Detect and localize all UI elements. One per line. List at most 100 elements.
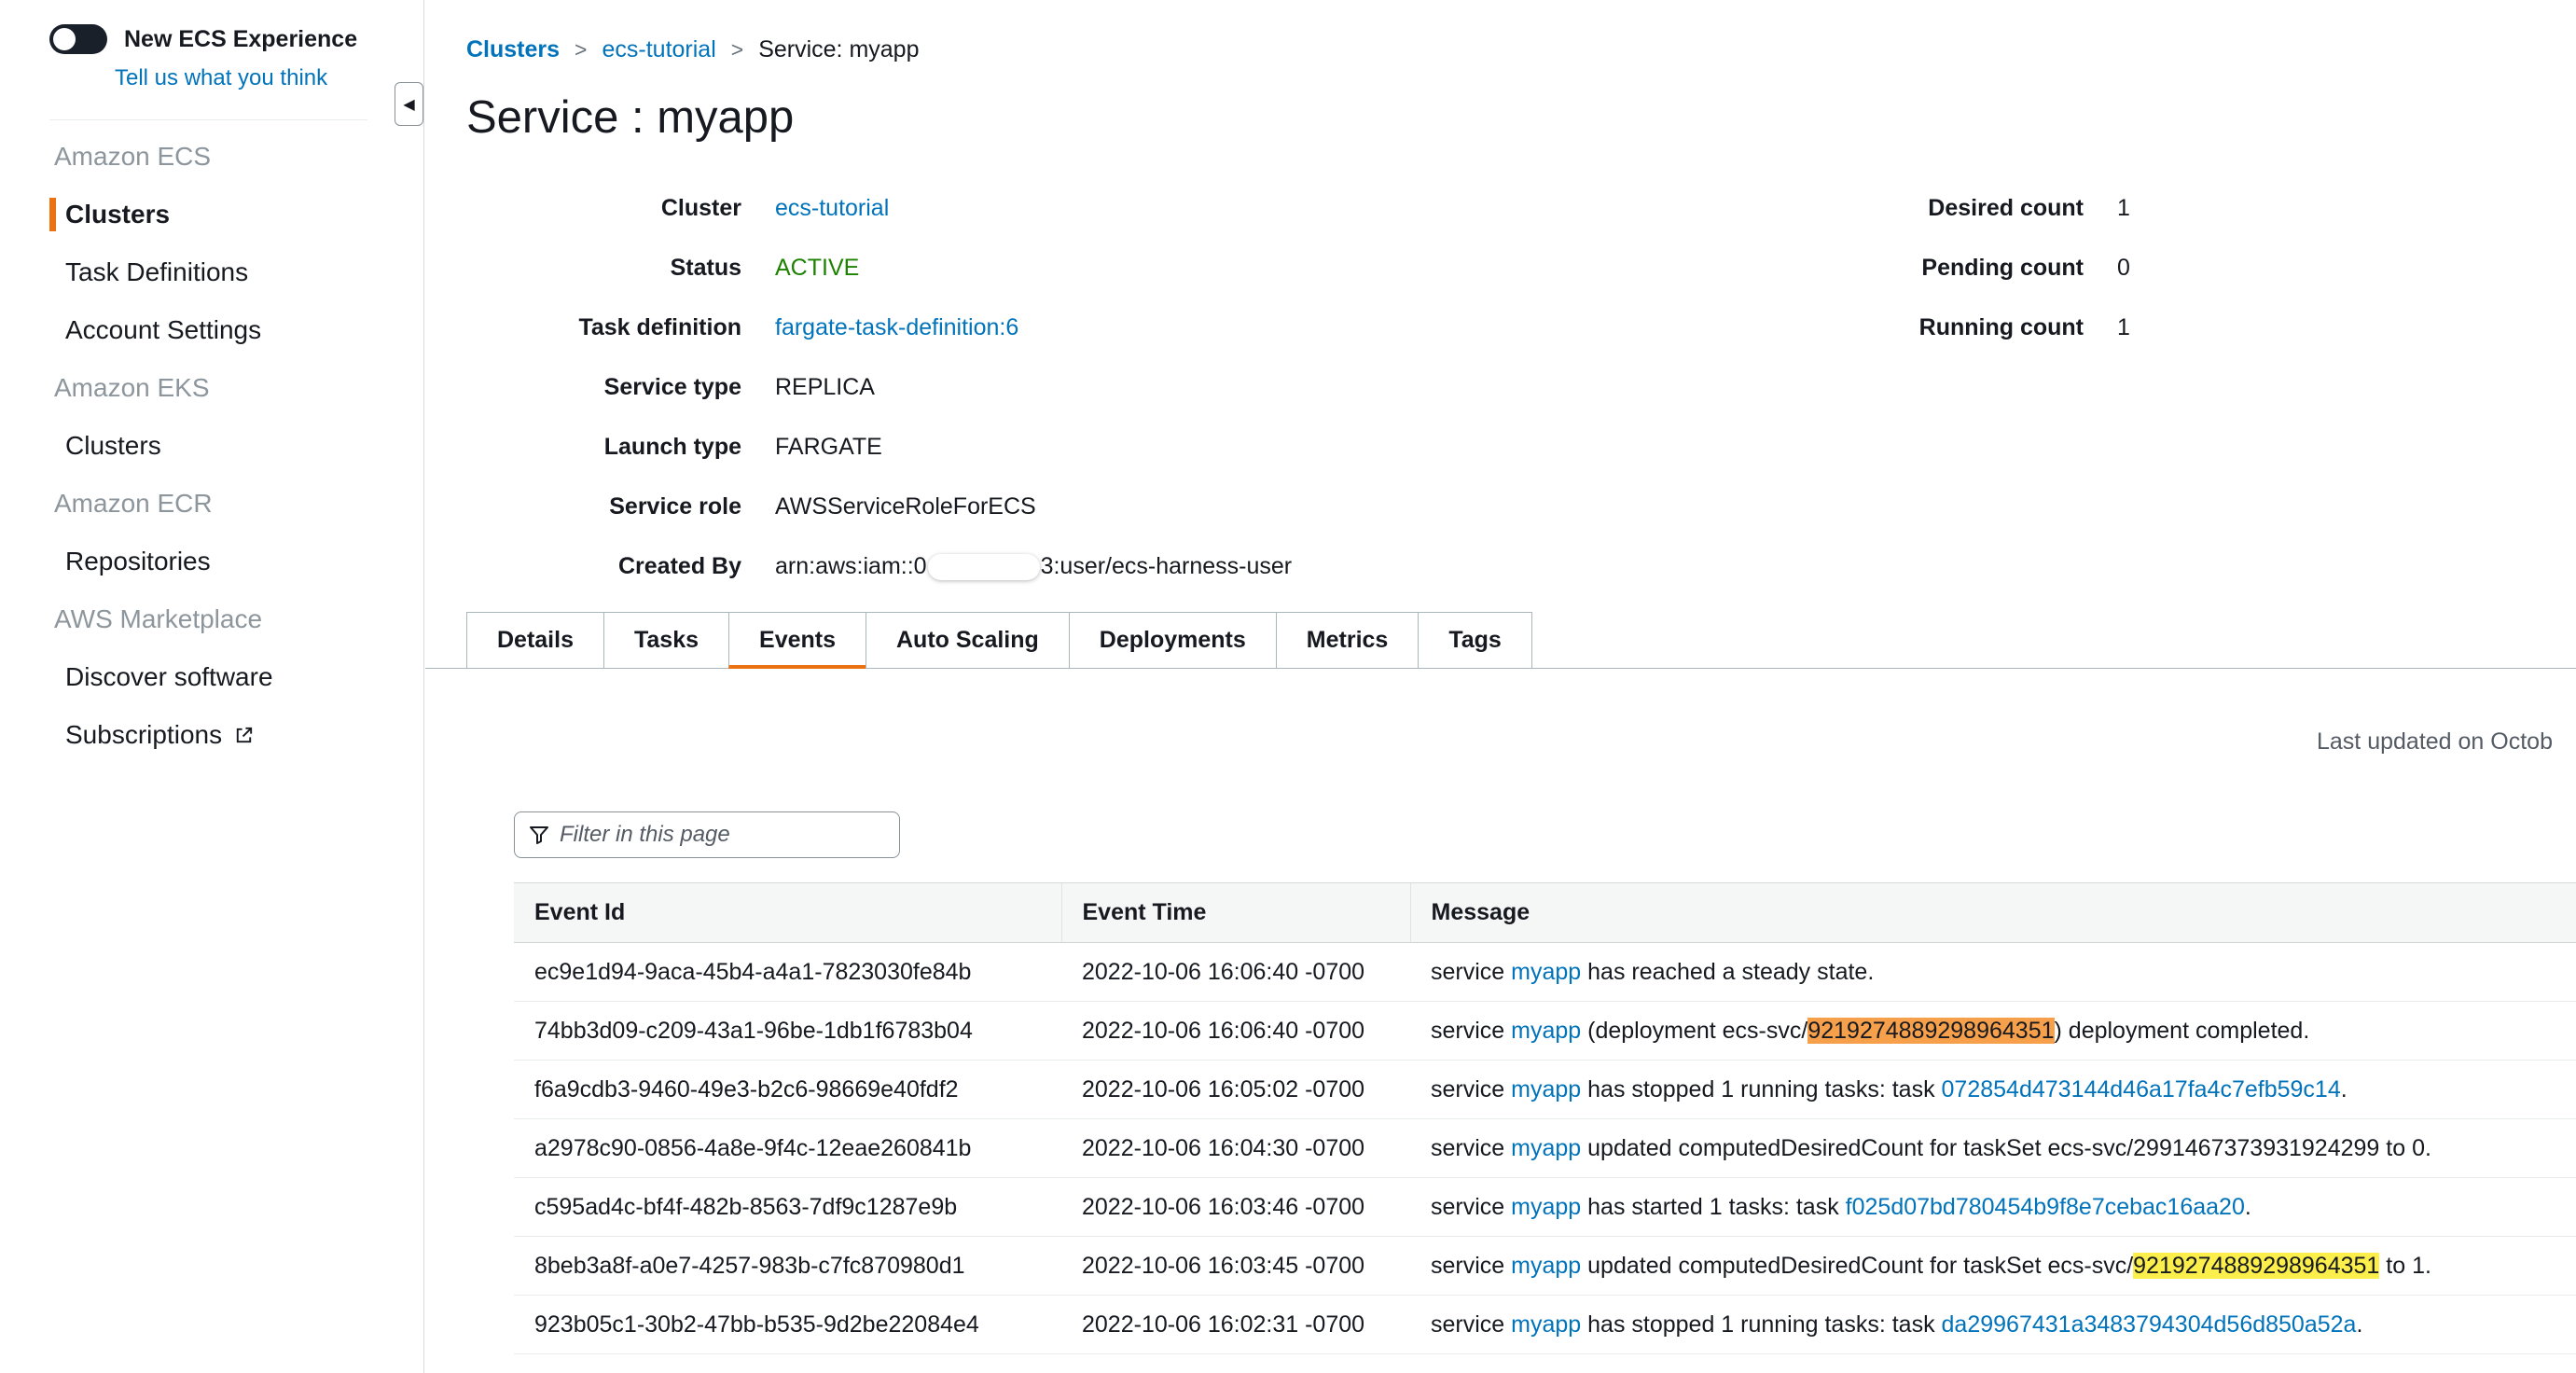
tab-deployments[interactable]: Deployments (1069, 612, 1277, 669)
service-counters: Desired count1 Pending count 0 Running coun… (1804, 194, 2130, 373)
event-time: 2022-10-06 16:02:31 -0700 (1061, 1296, 1410, 1354)
sidebar-divider (49, 119, 367, 120)
event-time: 2022-10-06 16:03:45 -0700 (1061, 1237, 1410, 1296)
detail-rows: Clusterecs-tutorialStatusACTIVETask defi… (466, 194, 2576, 580)
detail-label: Created By (466, 552, 741, 580)
tab-tags[interactable]: Tags (1418, 612, 1532, 669)
events-panel: Last updated on Octob Event IdEvent Time… (425, 669, 2576, 1355)
message-link[interactable]: myapp (1511, 1253, 1581, 1279)
column-header-message[interactable]: Message (1410, 883, 2576, 943)
new-ecs-experience-toggle[interactable] (49, 24, 107, 54)
detail-row-service-type: Service typeREPLICA (466, 373, 2576, 401)
detail-row-created-by: Created By arn:aws:iam::03:user/ecs-harne… (466, 552, 2576, 580)
events-table: Event IdEvent TimeMessage ec9e1d94-9aca-… (514, 882, 2576, 1354)
event-message: service myapp has stopped 1 running task… (1410, 1061, 2576, 1119)
event-id: f6a9cdb3-9460-49e3-b2c6-98669e40fdf2 (514, 1061, 1061, 1119)
detail-label: Launch type (466, 433, 741, 461)
message-link[interactable]: myapp (1511, 1194, 1581, 1220)
message-link[interactable]: myapp (1511, 959, 1581, 985)
message-link[interactable]: myapp (1511, 1135, 1581, 1161)
highlight-orange: 9219274889298964351 (1807, 1018, 2054, 1044)
detail-value: REPLICA (775, 373, 875, 401)
detail-label: Cluster (466, 194, 741, 222)
counter-value: 1 (2117, 194, 2130, 222)
counter-value: 1 (2117, 313, 2130, 341)
detail-value: fargate-task-definition:6 (775, 313, 1018, 341)
counter-label: Running count (1804, 313, 2084, 341)
counter-value: 0 (2117, 254, 2130, 282)
events-table-header: Event IdEvent TimeMessage (514, 883, 2576, 943)
breadcrumb-item-service-myapp: Service: myapp (758, 35, 919, 63)
message-link[interactable]: myapp (1511, 1311, 1581, 1338)
detail-link-fargate-task-definition-6[interactable]: fargate-task-definition:6 (775, 314, 1018, 340)
sidebar-section-amazon-eks: Amazon EKS (0, 359, 423, 417)
main-content: Clusters > ecs-tutorial > Service: myapp Ser… (425, 0, 2576, 1373)
detail-value: ACTIVE (775, 254, 859, 282)
detail-link-ecs-tutorial[interactable]: ecs-tutorial (775, 195, 889, 221)
sidebar-item-clusters[interactable]: Clusters (0, 417, 423, 475)
breadcrumb-item-ecs-tutorial[interactable]: ecs-tutorial (602, 35, 715, 63)
event-id: 74bb3d09-c209-43a1-96be-1db1f6783b04 (514, 1002, 1061, 1061)
event-message: service myapp has reached a steady state… (1410, 943, 2576, 1002)
event-row: ec9e1d94-9aca-45b4-a4a1-7823030fe84b2022… (514, 943, 2576, 1002)
column-header-event-id[interactable]: Event Id (514, 883, 1061, 943)
sidebar-item-subscriptions[interactable]: Subscriptions (0, 706, 423, 764)
detail-row-launch-type: Launch type FARGATE (466, 433, 2576, 461)
detail-label: Service role (466, 492, 741, 520)
sidebar-item-label: Task Definitions (65, 243, 248, 301)
new-ecs-experience-row: New ECS Experience (0, 0, 423, 54)
sidebar-item-label: Clusters (65, 186, 170, 243)
event-row: c595ad4c-bf4f-482b-8563-7df9c1287e9b2022… (514, 1178, 2576, 1237)
message-link[interactable]: myapp (1511, 1018, 1581, 1044)
tab-auto-scaling[interactable]: Auto Scaling (866, 612, 1070, 669)
sidebar-item-account-settings[interactable]: Account Settings (0, 301, 423, 359)
breadcrumb: Clusters > ecs-tutorial > Service: myapp (425, 0, 2576, 63)
event-time: 2022-10-06 16:05:02 -0700 (1061, 1061, 1410, 1119)
breadcrumb-separator: > (575, 35, 587, 63)
detail-value: FARGATE (775, 433, 882, 461)
filter-input[interactable] (560, 822, 886, 848)
sidebar-item-clusters[interactable]: Clusters (0, 186, 423, 243)
event-id: a2978c90-0856-4a8e-9f4c-12eae260841b (514, 1119, 1061, 1178)
breadcrumb-item-clusters[interactable]: Clusters (466, 35, 560, 63)
tab-details[interactable]: Details (466, 612, 604, 669)
event-time: 2022-10-06 16:04:30 -0700 (1061, 1119, 1410, 1178)
event-row: a2978c90-0856-4a8e-9f4c-12eae260841b2022… (514, 1119, 2576, 1178)
counter-label: Pending count (1804, 254, 2084, 282)
counter-desired-count: Desired count1 (1804, 194, 2130, 222)
tab-tasks[interactable]: Tasks (603, 612, 729, 669)
sidebar-item-discover-software[interactable]: Discover software (0, 648, 423, 706)
sidebar-item-task-definitions[interactable]: Task Definitions (0, 243, 423, 301)
event-time: 2022-10-06 16:03:46 -0700 (1061, 1178, 1410, 1237)
sidebar-item-label: Account Settings (65, 301, 261, 359)
message-link[interactable]: 072854d473144d46a17fa4c7efb59c14 (1942, 1076, 2341, 1103)
filter-funnel-icon (528, 824, 550, 846)
tab-events[interactable]: Events (728, 612, 866, 669)
sidebar-item-repositories[interactable]: Repositories (0, 533, 423, 590)
sidebar: New ECS Experience Tell us what you thin… (0, 0, 424, 1373)
sidebar-item-label: Repositories (65, 533, 211, 590)
event-id: 923b05c1-30b2-47bb-b535-9d2be22084e4 (514, 1296, 1061, 1354)
sidebar-collapse-button[interactable]: ◀ (395, 82, 423, 126)
tab-metrics[interactable]: Metrics (1276, 612, 1420, 669)
event-id: c595ad4c-bf4f-482b-8563-7df9c1287e9b (514, 1178, 1061, 1237)
event-message: service myapp updated computedDesiredCou… (1410, 1237, 2576, 1296)
feedback-link[interactable]: Tell us what you think (115, 65, 423, 91)
detail-value: arn:aws:iam::03:user/ecs-harness-user (775, 552, 1292, 580)
event-row: 8beb3a8f-a0e7-4257-983b-c7fc870980d12022… (514, 1237, 2576, 1296)
sidebar-item-label: Discover software (65, 648, 273, 706)
message-link[interactable]: myapp (1511, 1076, 1581, 1103)
event-row: f6a9cdb3-9460-49e3-b2c6-98669e40fdf22022… (514, 1061, 2576, 1119)
sidebar-item-label: Clusters (65, 417, 161, 475)
external-link-icon (233, 725, 255, 746)
detail-row-service-role: Service roleAWSServiceRoleForECS (466, 492, 2576, 520)
message-link[interactable]: f025d07bd780454b9f8e7cebac16aa20 (1846, 1194, 2245, 1220)
message-link[interactable]: da29967431a3483794304d56d850a52a (1942, 1311, 2357, 1338)
highlight-yellow: 9219274889298964351 (2133, 1253, 2379, 1279)
event-time: 2022-10-06 16:06:40 -0700 (1061, 943, 1410, 1002)
column-header-event-time[interactable]: Event Time (1061, 883, 1410, 943)
detail-row-task-definition: Task definition fargate-task-definition:6 (466, 313, 2576, 341)
breadcrumb-separator: > (731, 35, 743, 63)
sidebar-section-aws-marketplace: AWS Marketplace (0, 590, 423, 648)
detail-label: Task definition (466, 313, 741, 341)
